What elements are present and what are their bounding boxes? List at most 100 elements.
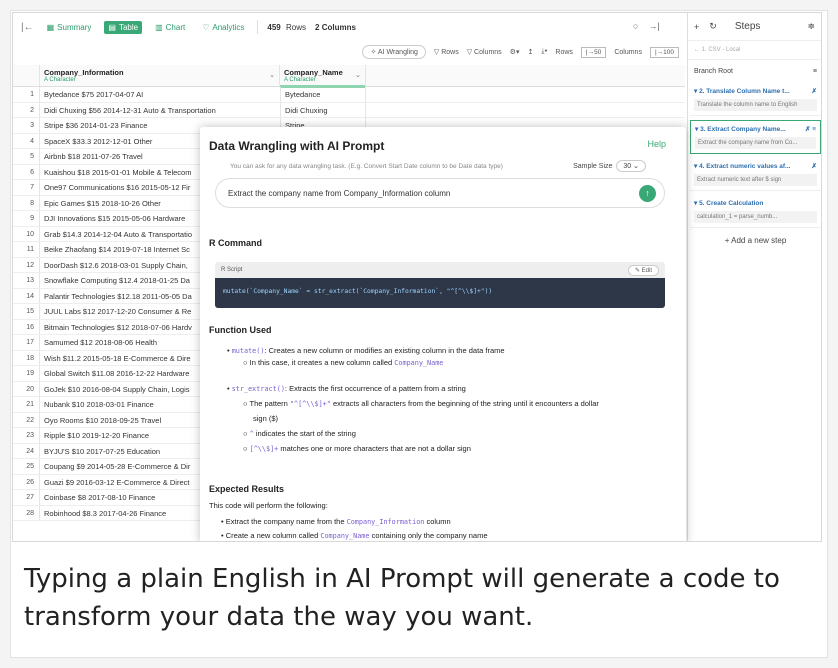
row-index: 23: [13, 428, 40, 443]
submit-arrow-icon[interactable]: ↑: [639, 185, 656, 202]
fn-sub-text: The pattern: [249, 399, 288, 408]
fn-sub-item: ○ [^\\$]+ matches one or more characters…: [243, 444, 471, 453]
step-item[interactable]: ▾ 2. Translate Column Name t... ✗ Transla…: [690, 83, 821, 116]
refresh-icon[interactable]: ↻: [709, 21, 717, 32]
chart-icon: ▥: [155, 22, 163, 32]
tab-table[interactable]: ▤ Table: [104, 20, 143, 34]
row-index: 21: [13, 397, 40, 412]
column-type: A Character: [44, 77, 76, 83]
tab-analytics[interactable]: ♡ Analytics: [198, 21, 248, 34]
row-index: 24: [13, 443, 40, 458]
dialog-title: Data Wrangling with AI Prompt: [209, 139, 385, 153]
table-row[interactable]: 2 Didi Chuxing $56 2014-12-31 Auto & Tran…: [13, 102, 685, 118]
column-header-company-name[interactable]: Company_Name A Character ⌄: [280, 65, 366, 88]
step-description: Extract the company name from Co...: [695, 137, 816, 149]
rows-filter-label: Rows: [441, 49, 459, 56]
menu-icon[interactable]: ≡: [813, 68, 817, 75]
rows-limit-input[interactable]: |→50: [580, 46, 607, 58]
inline-code: Company_Information: [346, 518, 425, 526]
fn-sub-text: extracts all characters from the beginni…: [332, 399, 599, 408]
steps-panel: + ↻ Steps ≑ ← 1. CSV - Local Branch Root…: [687, 13, 821, 541]
inline-code: "^[^\\$]+": [289, 400, 331, 408]
column-type-label: Character: [49, 77, 76, 83]
step-source[interactable]: ← 1. CSV - Local: [688, 41, 821, 60]
inline-code: ^: [249, 430, 254, 438]
function-used-heading: Function Used: [209, 325, 272, 335]
step-title: ▾ 5. Create Calculation: [694, 200, 764, 207]
prompt-input[interactable]: Extract the company name from Company_In…: [215, 178, 665, 208]
add-step-button[interactable]: + Add a new step: [688, 236, 821, 245]
row-index: 13: [13, 273, 40, 288]
tab-label: Chart: [165, 22, 186, 32]
column-name: Company_Name: [284, 68, 343, 77]
r-script-box: R Script ✎ Edit mutate(`Company_Name` = …: [215, 262, 665, 308]
collapse-left-icon[interactable]: |←: [21, 22, 34, 33]
fn-name: str_extract(): [231, 385, 285, 393]
cell-company-name[interactable]: Didi Chuxing: [280, 102, 366, 117]
row-index: 11: [13, 242, 40, 257]
expected-intro: This code will perform the following:: [209, 501, 328, 510]
cell-company-information[interactable]: Bytedance $75 2017-04-07 AI: [40, 87, 280, 102]
steps-header: + ↻ Steps ≑: [688, 13, 821, 41]
row-index: 12: [13, 257, 40, 272]
row-index: 28: [13, 505, 40, 520]
fn-sub-item: ○ In this case, it creates a new column …: [243, 358, 444, 367]
ai-prompt-dialog: Data Wrangling with AI Prompt Help You c…: [200, 127, 686, 541]
chevron-down-icon[interactable]: ⌄: [355, 71, 361, 79]
fn-mutate-item: • mutate(): Creates a new column or modi…: [227, 346, 505, 355]
rows-filter-button[interactable]: ▽ Rows: [434, 48, 459, 56]
step-item[interactable]: ▾ 5. Create Calculation calculation_1 = …: [690, 195, 821, 228]
tab-summary[interactable]: ▦ Summary: [43, 21, 96, 34]
cell-company-information[interactable]: Didi Chuxing $56 2014-12-31 Auto & Trans…: [40, 103, 280, 118]
tab-chart[interactable]: ▥ Chart: [151, 21, 189, 34]
function-list: • mutate(): Creates a new column or modi…: [215, 345, 665, 455]
comment-icon[interactable]: ○: [633, 21, 638, 31]
edit-label: Edit: [641, 267, 652, 274]
inline-code: Company_Name: [394, 359, 444, 367]
tab-label: Summary: [57, 22, 92, 32]
step-item-selected[interactable]: ▾ 3. Extract Company Name... ✗ ≡ Extract …: [690, 120, 821, 154]
row-count-label: Rows: [286, 22, 307, 32]
add-icon[interactable]: +: [694, 22, 699, 32]
row-index: 8: [13, 195, 40, 210]
ai-icon: ✗: [811, 88, 817, 95]
step-description: Extract numeric text after $ sign: [694, 174, 817, 186]
rows-limit-label: Rows: [555, 48, 573, 56]
row-index: 19: [13, 366, 40, 381]
table-row[interactable]: 1 Bytedance $75 2017-04-07 AI Bytedance: [13, 87, 685, 103]
r-command-heading: R Command: [209, 238, 263, 248]
step-item[interactable]: ▾ 4. Extract numeric values af... ✗ Extra…: [690, 158, 821, 191]
columns-limit-input[interactable]: |→100: [649, 46, 679, 58]
ai-wrangling-button[interactable]: ✧ AI Wrangling: [362, 45, 426, 59]
sliders-icon[interactable]: ≑: [807, 21, 815, 32]
ai-icon: ✗: [811, 163, 817, 170]
row-index: 9: [13, 211, 40, 226]
column-header-company-information[interactable]: Company_Information A Character ⌄: [40, 65, 280, 86]
branch-root[interactable]: Branch Root ≡: [688, 60, 821, 83]
row-index: 22: [13, 412, 40, 427]
sample-size-select[interactable]: 30 ⌄: [616, 160, 646, 172]
row-index: 17: [13, 335, 40, 350]
prompt-text: Extract the company name from Company_In…: [228, 188, 451, 198]
cell-company-name[interactable]: Bytedance: [280, 87, 366, 102]
help-link[interactable]: Help: [647, 139, 666, 149]
fn-sub-text: sign ($): [253, 414, 279, 423]
step-title: ▾ 3. Extract Company Name...: [695, 126, 786, 133]
fn-str-extract-item: • str_extract(): Extracts the first occu…: [227, 384, 466, 393]
row-index: 26: [13, 474, 40, 489]
settings-icon[interactable]: ⚙▾: [510, 48, 520, 56]
expected-results: This code will perform the following: • …: [209, 500, 659, 541]
fn-desc: : Creates a new column or modifies an ex…: [264, 346, 505, 355]
sort-icon[interactable]: ↥: [527, 48, 533, 56]
columns-filter-label: Columns: [474, 49, 502, 56]
chevron-down-icon[interactable]: ⌄: [269, 71, 275, 79]
collapse-right-icon[interactable]: →|: [648, 21, 659, 31]
download-icon[interactable]: ⤓▾: [541, 48, 547, 56]
columns-limit-label: Columns: [614, 48, 642, 56]
columns-filter-button[interactable]: ▽ Columns: [467, 48, 502, 56]
inline-code: [^\\$]+: [249, 445, 279, 453]
column-count: 2 Columns: [315, 23, 356, 32]
edit-button[interactable]: ✎ Edit: [627, 264, 659, 276]
step-title: ▾ 4. Extract numeric values af...: [694, 163, 791, 170]
